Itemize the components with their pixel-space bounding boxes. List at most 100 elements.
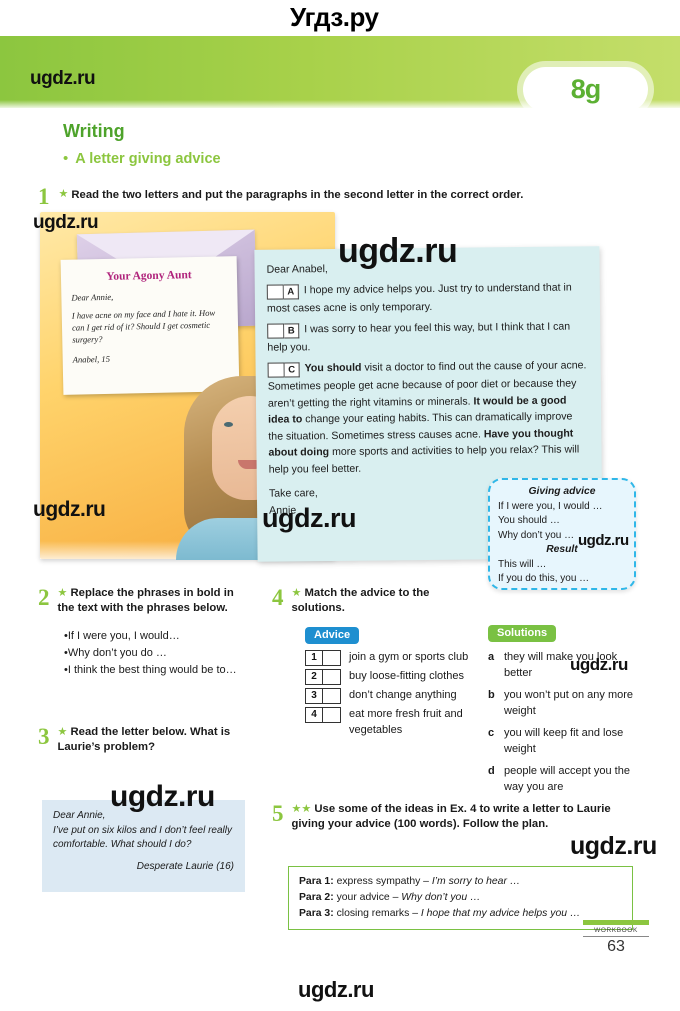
star-icon: ★ xyxy=(57,587,68,599)
solutions-column-tag: Solutions xyxy=(488,625,557,642)
paragraph-order-box-b[interactable]: B xyxy=(267,323,300,340)
footer-label: WORKBOOK xyxy=(594,927,638,934)
plan-italic-2: Why don’t you … xyxy=(401,892,481,903)
exercise-4-number: 4 xyxy=(272,585,284,610)
exercise-2-instruction-row: ★ Replace the phrases in bold in the tex… xyxy=(58,586,254,616)
plan-row-2: Para 2: your advice – Why don’t you … xyxy=(299,890,622,906)
exercise-1-number: 1 xyxy=(38,184,50,209)
order-letter-c: C xyxy=(284,362,300,378)
exercise-4-instruction: Match the advice to the solutions. xyxy=(291,587,430,614)
footer-rule xyxy=(583,936,649,937)
order-letter-a: A xyxy=(283,284,299,300)
bullet-icon: • xyxy=(63,150,69,167)
reply-paragraph-b: BI was sorry to hear you feel this way, … xyxy=(267,318,586,356)
exercise-5-head: 5 ★★ Use some of the ideas in Ex. 4 to w… xyxy=(272,802,647,832)
advice-box-line-3: Why don’t you … xyxy=(498,529,575,541)
exercise-3-instruction: Read the letter below. What is Laurie’s … xyxy=(57,726,231,753)
solution-text-d: people will accept you the way you are xyxy=(504,765,630,793)
agony-note-signature: Anabel, 15 xyxy=(72,353,111,365)
advice-match-box-3[interactable]: 3 xyxy=(305,688,341,704)
advice-text-1: join a gym or sports club xyxy=(349,651,469,663)
advice-match-box-2[interactable]: 2 xyxy=(305,669,341,685)
exercise-4-instruction-row: ★ Match the advice to the solutions. xyxy=(292,586,483,616)
advice-text-4: eat more fresh fruit and vegetables xyxy=(349,708,463,736)
advice-match-box-4[interactable]: 4 xyxy=(305,707,341,723)
photo-eye-left xyxy=(224,422,233,427)
advice-answer-blank-4[interactable] xyxy=(323,707,341,723)
solution-text-b: you won’t put on any more weight xyxy=(504,689,634,717)
plan-text-2: your advice – xyxy=(336,892,402,903)
list-item: If I were you, I would… xyxy=(64,628,253,645)
footer-accent-bar xyxy=(583,920,649,925)
exercise-1: 1 ★ Read the two letters and put the para… xyxy=(38,184,648,208)
exercise-5-number: 5 xyxy=(272,801,284,826)
paragraph-order-box-a[interactable]: A xyxy=(266,284,299,301)
list-item[interactable]: 3 don’t change anything xyxy=(305,687,480,704)
exercise-5: 5 ★★ Use some of the ideas in Ex. 4 to w… xyxy=(272,802,647,832)
solution-text-a: they will make you look better xyxy=(504,651,618,679)
writing-plan-box: Para 1: express sympathy – I’m sorry to … xyxy=(288,866,633,930)
reply-greeting: Dear Anabel, xyxy=(266,263,328,276)
order-blank-c[interactable] xyxy=(267,362,285,378)
reply-paragraph-a: AI hope my advice helps you. Just try to… xyxy=(266,279,586,317)
order-letter-b: B xyxy=(284,323,300,339)
exercise-4: 4 ★ Match the advice to the solutions. xyxy=(272,586,482,616)
advice-text-3: don’t change anything xyxy=(349,689,457,701)
advice-number-1: 1 xyxy=(305,650,323,666)
page-title: Writing xyxy=(63,121,125,141)
list-item[interactable]: 2 buy loose-fitting clothes xyxy=(305,668,480,685)
star-icon: ★★ xyxy=(291,803,312,815)
paragraph-order-box-c[interactable]: C xyxy=(267,362,300,379)
exercise-3-instruction-row: ★ Read the letter below. What is Laurie’… xyxy=(58,725,254,755)
plan-label-3: Para 3: xyxy=(299,908,334,919)
list-item: a they will make you look better xyxy=(488,649,638,681)
agony-note-greeting: Dear Annie, xyxy=(71,291,114,303)
footer: WORKBOOK 63 xyxy=(583,927,649,956)
exercise-1-instruction: Read the two letters and put the paragra… xyxy=(71,189,524,201)
agony-note-title: Your Agony Aunt xyxy=(106,269,192,283)
order-blank-b[interactable] xyxy=(267,323,285,339)
advice-box-heading-1: Giving advice xyxy=(528,486,596,497)
list-item[interactable]: 4 eat more fresh fruit and vegetables xyxy=(305,706,480,738)
solution-key-c: c xyxy=(488,727,495,739)
plan-row-1: Para 1: express sympathy – I’m sorry to … xyxy=(299,874,622,890)
list-item: Why don’t you do … xyxy=(64,645,253,662)
giving-advice-box: Giving advice If I were you, I would … Y… xyxy=(488,478,636,590)
list-item: d people will accept you the way you are xyxy=(488,763,638,795)
advice-text-2: buy loose-fitting clothes xyxy=(349,670,464,682)
laurie-greeting: Dear Annie, xyxy=(53,810,106,821)
reply-paragraph-c: C You should visit a doctor to find out t… xyxy=(267,357,588,478)
watermark-bottom: ugdz.ru xyxy=(298,977,374,1002)
solution-key-a: a xyxy=(488,651,495,663)
laurie-signature: Desperate Laurie (16) xyxy=(136,860,234,872)
exercise-2-number: 2 xyxy=(38,585,50,610)
solutions-column: Solutions a they will make you look bett… xyxy=(488,623,638,801)
page-number: 63 xyxy=(607,938,625,955)
advice-match-box-1[interactable]: 1 xyxy=(305,650,341,666)
exercise-2-phrase-list: If I were you, I would… Why don’t you do… xyxy=(64,628,253,679)
advice-answer-blank-2[interactable] xyxy=(323,669,341,685)
solution-key-d: d xyxy=(488,765,495,777)
exercise-3-head: 3 ★ Read the letter below. What is Lauri… xyxy=(38,725,253,755)
unit-tab-label: 8g xyxy=(570,74,601,104)
list-item[interactable]: 1 join a gym or sports club xyxy=(305,649,480,666)
order-blank-a[interactable] xyxy=(266,284,284,300)
advice-answer-blank-3[interactable] xyxy=(323,688,341,704)
list-item: c you will keep fit and lose weight xyxy=(488,725,638,757)
advice-answer-blank-1[interactable] xyxy=(323,650,341,666)
watermark-site: ugdz.ru xyxy=(570,832,657,860)
laurie-body: I’ve put on six kilos and I don’t feel r… xyxy=(53,824,232,851)
exercise-2-head: 2 ★ Replace the phrases in bold in the t… xyxy=(38,586,253,616)
reply-bold-1: You should xyxy=(304,361,362,374)
exercise-5-instruction-row: ★★ Use some of the ideas in Ex. 4 to wri… xyxy=(292,802,648,832)
plan-row-3: Para 3: closing remarks – I hope that my… xyxy=(299,906,622,922)
unit-tab: 8g xyxy=(523,67,648,112)
exercise-2: 2 ★ Replace the phrases in bold in the t… xyxy=(38,586,253,679)
star-icon: ★ xyxy=(291,587,302,599)
solution-text-c: you will keep fit and lose weight xyxy=(504,727,624,755)
plan-text-3: closing remarks – xyxy=(336,908,421,919)
plan-label-2: Para 2: xyxy=(299,892,334,903)
advice-number-2: 2 xyxy=(305,669,323,685)
exercise-3: 3 ★ Read the letter below. What is Lauri… xyxy=(38,725,253,755)
advice-box-line-4: This will … xyxy=(498,558,547,570)
